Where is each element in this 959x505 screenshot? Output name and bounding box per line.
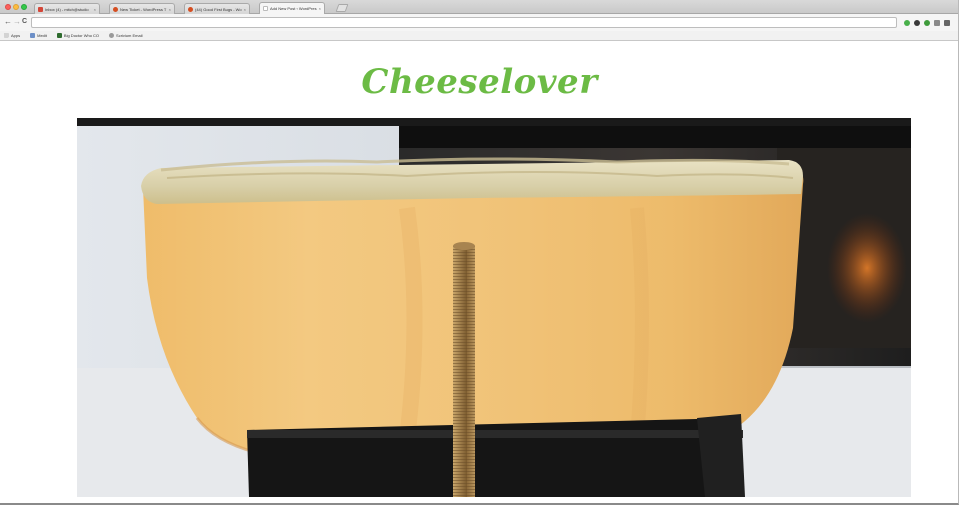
- tab-close-icon[interactable]: ×: [319, 6, 321, 11]
- wordpress-icon: [113, 6, 118, 12]
- bookmark-icon: [56, 33, 62, 38]
- tab-label: Inbox (4) - mitch@studio: [45, 6, 89, 12]
- new-tab-button[interactable]: [335, 4, 349, 12]
- forward-button[interactable]: →: [13, 17, 21, 27]
- extension-dark-icon[interactable]: [914, 20, 920, 26]
- bookmark-big-doctor-who[interactable]: Big Doctor Who CO: [56, 33, 100, 38]
- browser-toolbar: ← → C: [0, 14, 958, 31]
- bookmark-label: Medit: [37, 33, 47, 38]
- page-content: Cheeselover: [0, 42, 958, 503]
- bookmarks-bar: Apps Medit Big Doctor Who CO Scrivium Em…: [0, 31, 958, 41]
- browser-tab-new-ticket[interactable]: New Ticket - WordPress T ×: [109, 3, 175, 14]
- extension-gray2-icon[interactable]: [944, 20, 950, 26]
- bookmark-label: Apps: [11, 33, 21, 38]
- tab-close-icon[interactable]: ×: [244, 7, 246, 12]
- folder-icon: [30, 33, 36, 38]
- bookmark-scrivium-email[interactable]: Scrivium Email: [109, 33, 142, 38]
- tab-label: New Ticket - WordPress T: [120, 6, 167, 12]
- tab-close-icon[interactable]: ×: [94, 7, 96, 12]
- window-maximize-button[interactable]: [21, 4, 27, 10]
- tab-label: (44) Good First Bugs - Wo: [195, 6, 242, 12]
- apps-grid-icon: [4, 33, 9, 38]
- raclette-cheese-wheel-image: [77, 118, 911, 497]
- tab-label: Add New Post ‹ WordPres: [270, 6, 317, 11]
- browser-tab-good-first-bugs[interactable]: (44) Good First Bugs - Wo ×: [184, 3, 250, 14]
- reload-button[interactable]: C: [22, 17, 27, 27]
- address-bar[interactable]: [31, 17, 897, 28]
- page-icon: [263, 6, 268, 11]
- site-title[interactable]: Cheeselover: [0, 62, 958, 102]
- bookmark-label: Big Doctor Who CO: [63, 33, 100, 38]
- window-minimize-button[interactable]: [13, 4, 19, 10]
- window-close-button[interactable]: [5, 4, 11, 10]
- tab-strip: Inbox (4) - mitch@studio × New Ticket - …: [0, 0, 958, 14]
- extension-gray-icon[interactable]: [934, 20, 940, 26]
- extension-green2-icon[interactable]: [924, 20, 930, 26]
- browser-tab-add-new-post[interactable]: Add New Post ‹ WordPres ×: [259, 2, 325, 14]
- browser-window: Inbox (4) - mitch@studio × New Ticket - …: [0, 0, 959, 505]
- back-button[interactable]: ←: [4, 17, 12, 27]
- gmail-icon: [38, 6, 43, 12]
- bookmark-icon: [109, 33, 115, 38]
- browser-tab-inbox[interactable]: Inbox (4) - mitch@studio ×: [34, 3, 100, 14]
- bookmark-apps[interactable]: Apps: [4, 33, 20, 38]
- extension-green-icon[interactable]: [904, 20, 910, 26]
- bookmark-medit[interactable]: Medit: [30, 33, 47, 38]
- tab-close-icon[interactable]: ×: [169, 7, 171, 12]
- bookmark-label: Scrivium Email: [116, 33, 143, 38]
- wordpress-icon: [188, 6, 193, 12]
